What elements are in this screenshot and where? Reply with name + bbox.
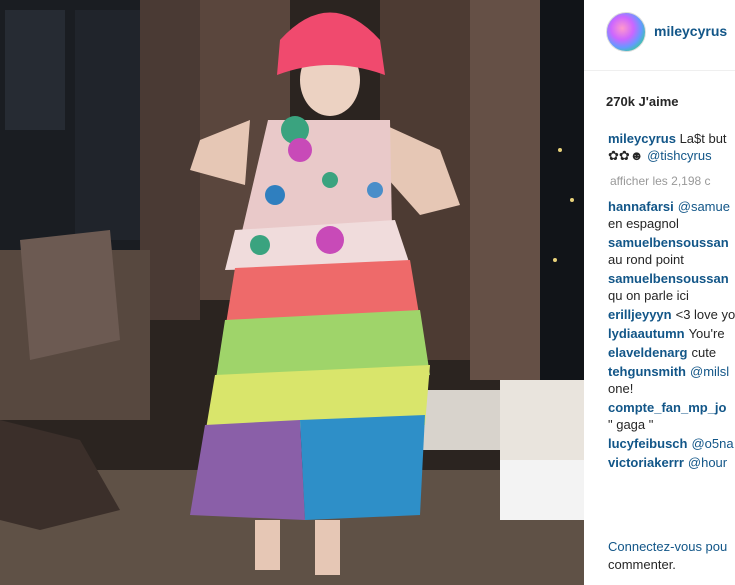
comment-text[interactable]: @o5na xyxy=(691,436,733,451)
comment-username[interactable]: compte_fan_mp_jo xyxy=(608,400,726,415)
list-item: tehgunsmith @milsl one! xyxy=(608,363,735,397)
list-item: lydiaautumn You're xyxy=(608,325,735,342)
candy-decoration xyxy=(322,172,338,188)
skirt-tier-blue xyxy=(300,415,425,520)
login-prompt: Connectez-vous pou commenter. xyxy=(608,538,727,574)
candy-decoration xyxy=(288,138,312,162)
username-link[interactable]: mileycyrus xyxy=(654,23,727,39)
list-item: elaveldenarg cute xyxy=(608,344,735,361)
laptop xyxy=(500,460,584,520)
comment-username[interactable]: elaveldenarg xyxy=(608,345,688,360)
avatar[interactable] xyxy=(606,12,646,52)
comment-text[interactable]: @hour xyxy=(688,455,727,470)
caption-username[interactable]: mileycyrus xyxy=(608,131,676,146)
window-right xyxy=(540,0,584,420)
login-link[interactable]: Connectez-vous pou xyxy=(608,538,727,556)
candy-decoration xyxy=(316,226,344,254)
view-all-comments-link[interactable]: afficher les 2,198 c xyxy=(610,174,711,188)
caption: mileycyrus La$t but ✿✿☻ @tishcyrus xyxy=(608,130,727,164)
list-item: hannafarsi @samue en espagnol xyxy=(608,198,735,232)
caption-emoji: ✿✿☻ xyxy=(608,148,644,163)
comment-username[interactable]: lydiaautumn xyxy=(608,326,685,341)
comment-username[interactable]: samuelbensoussan xyxy=(608,271,729,286)
city-light xyxy=(570,198,574,202)
photo-illustration xyxy=(0,0,584,585)
shopping-bag xyxy=(500,380,584,470)
window-pane xyxy=(5,10,65,130)
comment-text-cont: en espagnol xyxy=(608,216,679,231)
plaid-shirt xyxy=(20,230,120,360)
comment-text: cute xyxy=(691,345,717,360)
comment-username[interactable]: lucyfeibusch xyxy=(608,436,687,451)
comment-text-cont: " gaga " xyxy=(608,417,654,432)
candy-decoration xyxy=(265,185,285,205)
list-item: samuelbensoussan au rond point xyxy=(608,234,735,268)
leg xyxy=(255,520,280,570)
comment-username[interactable]: hannafarsi xyxy=(608,199,674,214)
comment-text-cont: au rond point xyxy=(608,252,684,267)
login-prompt-text: commenter. xyxy=(608,557,676,572)
list-item: erilljeyyyn <3 love yo xyxy=(608,306,735,323)
comment-text[interactable]: @samue xyxy=(678,199,730,214)
comment-text-cont: qu on parle ici xyxy=(608,288,689,303)
comment-list: hannafarsi @samue en espagnol samuelbenso… xyxy=(608,198,735,473)
comment-text: You're xyxy=(688,326,725,341)
leg xyxy=(315,520,340,575)
candy-decoration xyxy=(250,235,270,255)
window-pane xyxy=(75,10,145,240)
comment-username[interactable]: victoriakerrr xyxy=(608,455,684,470)
comment-text-cont: one! xyxy=(608,381,634,396)
skirt-tier-purple xyxy=(190,420,305,520)
list-item: lucyfeibusch @o5na xyxy=(608,435,735,452)
post-header: mileycyrus xyxy=(606,12,735,52)
likes-count: 270k J'aime xyxy=(606,94,679,109)
list-item: samuelbensoussan qu on parle ici xyxy=(608,270,735,304)
comment-username[interactable]: erilljeyyyn xyxy=(608,307,672,322)
caption-mention[interactable]: @tishcyrus xyxy=(647,148,712,163)
post-sidebar: mileycyrus 270k J'aime mileycyrus La$t b… xyxy=(584,0,735,585)
candy-decoration xyxy=(367,182,383,198)
list-item: victoriakerrr @hour xyxy=(608,454,735,471)
city-light xyxy=(558,148,562,152)
comment-username[interactable]: tehgunsmith xyxy=(608,364,686,379)
city-light xyxy=(553,258,557,262)
comment-fade xyxy=(584,505,735,527)
curtain-right-fold xyxy=(470,0,550,380)
post-photo xyxy=(0,0,584,585)
comment-text: <3 love yo xyxy=(675,307,735,322)
header-divider xyxy=(584,70,735,71)
comment-username[interactable]: samuelbensoussan xyxy=(608,235,729,250)
comment-text[interactable]: @milsl xyxy=(690,364,729,379)
list-item: compte_fan_mp_jo " gaga " xyxy=(608,399,735,433)
caption-text: La$t but xyxy=(679,131,727,146)
